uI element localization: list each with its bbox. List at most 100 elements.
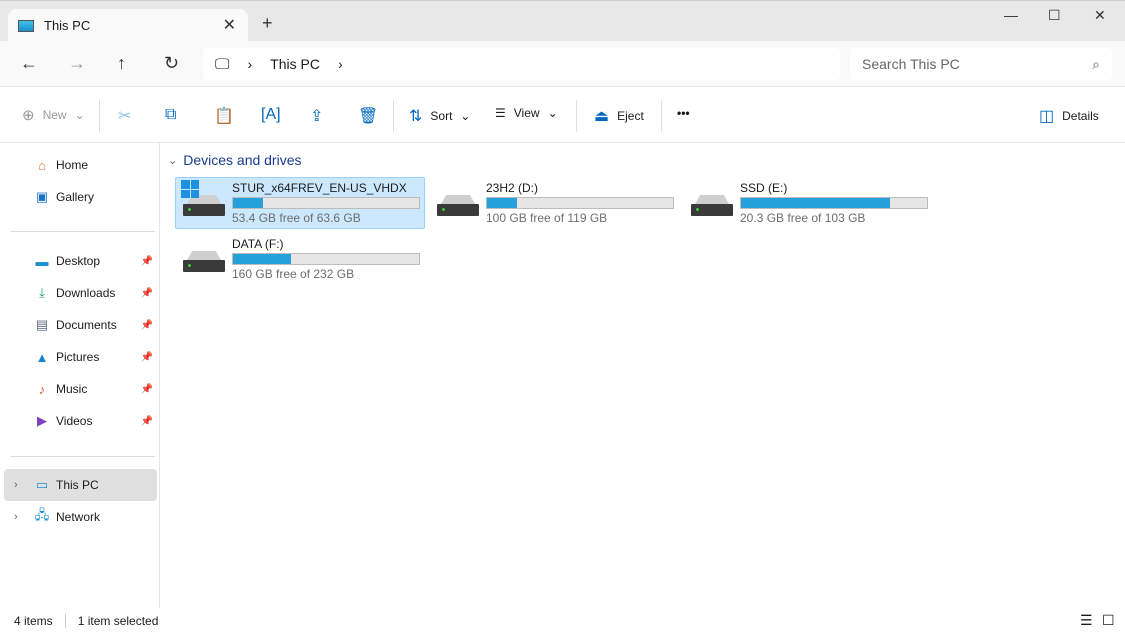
- eject-icon: ⏏: [594, 108, 610, 125]
- tiles-view-icon[interactable]: ☐: [1102, 612, 1115, 629]
- windows-logo-icon: [181, 180, 199, 198]
- chevron-down-icon: ⌄: [547, 106, 558, 120]
- refresh-button[interactable]: ↻: [164, 53, 179, 74]
- sidebar-item-label: Pictures: [56, 350, 100, 364]
- videos-icon: ▶: [37, 413, 47, 428]
- monitor-icon: ▭: [35, 477, 49, 492]
- drive-free-space: 100 GB free of 119 GB: [486, 211, 608, 225]
- sidebar-item-label: Network: [56, 510, 101, 524]
- drive-name: DATA (F:): [232, 237, 284, 251]
- drive-usage-fill: [741, 198, 890, 208]
- minimize-button[interactable]: —: [1004, 7, 1018, 23]
- more-button[interactable]: •••: [677, 106, 690, 120]
- drive-usage-bar: [232, 253, 420, 265]
- drive-usage-bar: [486, 197, 674, 209]
- drive-c[interactable]: STUR_x64FREV_EN-US_VHDX (C:) 53.4 GB fre…: [175, 177, 425, 229]
- drive-f[interactable]: DATA (F:) 160 GB free of 232 GB: [175, 233, 425, 285]
- sort-button[interactable]: ⇅ Sort ⌄: [409, 106, 470, 126]
- chevron-down-icon: ⌄: [168, 154, 178, 167]
- chevron-right-icon[interactable]: ›: [14, 511, 18, 523]
- eject-button[interactable]: ⏏ Eject: [594, 106, 644, 126]
- sidebar-item-documents[interactable]: ▤ Documents 📌: [4, 309, 157, 341]
- sidebar-item-music[interactable]: ♪ Music 📌: [4, 373, 157, 405]
- breadcrumb-this-pc[interactable]: This PC: [270, 56, 320, 72]
- chevron-right-icon[interactable]: ›: [14, 479, 18, 491]
- search-placeholder: Search This PC: [862, 56, 960, 72]
- documents-icon: ▤: [35, 317, 49, 332]
- drive-usage-bar: [740, 197, 928, 209]
- new-tab-button[interactable]: +: [262, 13, 273, 34]
- sidebar-item-label: Documents: [56, 318, 117, 332]
- drive-name: 23H2 (D:): [486, 181, 539, 195]
- delete-icon[interactable]: 🗑: [358, 106, 378, 126]
- sidebar-item-downloads[interactable]: ⤓ Downloads 📌: [4, 277, 157, 309]
- plus-circle-icon: ⊕: [22, 107, 35, 124]
- drive-usage-bar: [232, 197, 420, 209]
- sidebar-item-desktop[interactable]: ▬ Desktop 📌: [4, 245, 157, 277]
- gallery-icon: ▣: [35, 189, 49, 204]
- rename-icon[interactable]: [A]: [261, 106, 281, 124]
- view-label: View: [513, 106, 540, 120]
- hard-drive-icon: [437, 195, 479, 217]
- view-button[interactable]: ☰ View ⌄: [495, 106, 558, 120]
- sidebar-item-label: This PC: [56, 478, 99, 492]
- navigation-pane: ⌂ Home ▣ Gallery ▬ Desktop 📌 ⤓ Downloads 📌 ▤ Do…: [0, 143, 160, 608]
- eject-label: Eject: [617, 109, 644, 123]
- search-input[interactable]: Search This PC ⌕: [850, 48, 1112, 80]
- monitor-icon: [18, 19, 34, 32]
- group-header-devices[interactable]: ⌄ Devices and drives: [168, 152, 302, 168]
- divider: [10, 456, 155, 457]
- drive-usage-fill: [233, 254, 291, 264]
- chevron-right-icon[interactable]: ›: [338, 56, 343, 72]
- share-icon[interactable]: ⇪: [310, 106, 323, 126]
- drive-name: SSD (E:): [740, 181, 788, 195]
- details-label: Details: [1062, 109, 1099, 123]
- sidebar-item-label: Gallery: [56, 190, 95, 204]
- up-button[interactable]: ↑: [117, 53, 126, 74]
- sidebar-item-videos[interactable]: ▶ Videos 📌: [4, 405, 157, 437]
- chevron-right-icon: ›: [247, 56, 253, 72]
- drive-free-space: 160 GB free of 232 GB: [232, 267, 355, 281]
- pin-icon[interactable]: 📌: [141, 352, 153, 363]
- selection-count: 1 item selected: [77, 614, 159, 628]
- pin-icon[interactable]: 📌: [141, 384, 153, 395]
- more-icon: •••: [677, 106, 690, 120]
- maximize-button[interactable]: ☐: [1048, 7, 1061, 24]
- sidebar-item-gallery[interactable]: ▣ Gallery: [4, 181, 157, 213]
- forward-button[interactable]: →: [68, 53, 86, 74]
- sidebar-item-network[interactable]: › 🖧 Network: [4, 501, 157, 533]
- drive-e[interactable]: SSD (E:) 20.3 GB free of 103 GB: [683, 177, 933, 229]
- sort-label: Sort: [430, 109, 453, 123]
- sidebar-item-label: Home: [56, 158, 89, 172]
- home-icon: ⌂: [38, 157, 46, 173]
- drive-free-space: 20.3 GB free of 103 GB: [740, 211, 866, 225]
- drive-free-space: 53.4 GB free of 63.6 GB: [232, 211, 361, 225]
- close-window-button[interactable]: ✕: [1094, 7, 1106, 24]
- pin-icon[interactable]: 📌: [141, 256, 153, 267]
- new-button[interactable]: ⊕ New ⌄: [22, 106, 85, 124]
- group-title: Devices and drives: [183, 152, 302, 168]
- tab-this-pc[interactable]: This PC ✕: [8, 9, 248, 42]
- paste-icon[interactable]: 📋: [214, 106, 234, 126]
- sidebar-item-label: Videos: [56, 414, 93, 428]
- navigation-bar: ← → ↑ ↻ 🖵 › This PC › Search This PC ⌕: [0, 41, 1125, 87]
- sidebar-item-pictures[interactable]: ▲ Pictures 📌: [4, 341, 157, 373]
- drive-d[interactable]: 23H2 (D:) 100 GB free of 119 GB: [429, 177, 679, 229]
- details-view-icon[interactable]: ☰: [1080, 612, 1093, 629]
- pin-icon[interactable]: 📌: [141, 416, 153, 427]
- address-bar[interactable]: 🖵 › This PC ›: [203, 48, 840, 80]
- hard-drive-icon: [183, 251, 225, 273]
- hard-drive-icon: [183, 195, 225, 217]
- sidebar-item-label: Downloads: [56, 286, 116, 300]
- sidebar-item-this-pc[interactable]: › ▭ This PC: [4, 469, 157, 501]
- cut-icon[interactable]: ✂: [118, 106, 131, 126]
- details-button[interactable]: ◫ Details: [1039, 106, 1099, 126]
- copy-icon[interactable]: ⧉: [165, 106, 176, 124]
- pin-icon[interactable]: 📌: [141, 320, 153, 331]
- downloads-icon: ⤓: [39, 285, 45, 300]
- back-button[interactable]: ←: [20, 53, 38, 74]
- close-tab-button[interactable]: ✕: [223, 15, 236, 35]
- title-bar: This PC ✕ + — ☐ ✕: [0, 0, 1125, 42]
- pin-icon[interactable]: 📌: [141, 288, 153, 299]
- sidebar-item-home[interactable]: ⌂ Home: [4, 149, 157, 181]
